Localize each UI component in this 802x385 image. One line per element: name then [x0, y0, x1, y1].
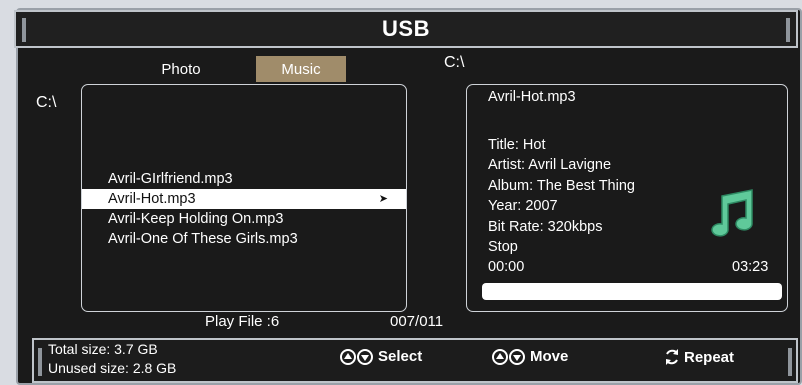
- file-item-label: Avril-Hot.mp3: [108, 191, 196, 207]
- select-hint-label: Select: [378, 348, 423, 365]
- title-bar-right-edge: [786, 18, 790, 42]
- elapsed-time: 00:00: [488, 259, 525, 275]
- right-path: C:\: [444, 54, 465, 71]
- file-item-hot[interactable]: Avril-Hot.mp3 ➤: [82, 189, 406, 209]
- play-file-count: Play File :6: [205, 313, 280, 330]
- total-time: 03:23: [732, 259, 769, 275]
- up-down-icon: [340, 348, 373, 365]
- title-bar-left-edge: [22, 18, 26, 42]
- status-bar-right-edge: [788, 348, 792, 376]
- move-hint: Move: [492, 348, 568, 365]
- arrow-right-icon: ➤: [378, 193, 388, 205]
- file-item-one-of-these-girls[interactable]: Avril-One Of These Girls.mp3: [82, 229, 406, 249]
- tab-music-label: Music: [281, 60, 321, 78]
- status-bar-left-edge: [38, 348, 42, 376]
- file-item-label: Avril-GIrlfriend.mp3: [108, 171, 233, 187]
- up-down-icon: [492, 348, 525, 365]
- total-size: Total size: 3.7 GB: [48, 341, 158, 357]
- info-bitrate: Bit Rate: 320kbps: [488, 219, 603, 235]
- repeat-icon: [666, 349, 678, 365]
- file-item-keep-holding-on[interactable]: Avril-Keep Holding On.mp3: [82, 209, 406, 229]
- tab-music[interactable]: Music: [256, 56, 346, 82]
- info-filename: Avril-Hot.mp3: [488, 89, 576, 105]
- select-hint: Select: [340, 348, 422, 365]
- tab-photo-label: Photo: [161, 60, 201, 78]
- info-year: Year: 2007: [488, 198, 558, 214]
- tab-photo[interactable]: Photo: [136, 56, 226, 82]
- page-indicator: 007/011: [390, 313, 444, 330]
- repeat-hint: Repeat: [664, 348, 734, 366]
- move-hint-label: Move: [530, 348, 569, 365]
- file-item-label: Avril-One Of These Girls.mp3: [108, 231, 298, 247]
- info-state: Stop: [488, 239, 518, 255]
- file-item-label: Avril-Keep Holding On.mp3: [108, 211, 284, 227]
- playback-progress-bar[interactable]: [482, 283, 782, 300]
- info-album: Album: The Best Thing: [488, 178, 635, 194]
- unused-size: Unused size: 2.8 GB: [48, 360, 177, 376]
- page-title: USB: [382, 16, 430, 41]
- info-artist: Artist: Avril Lavigne: [488, 157, 612, 173]
- music-note-icon: [711, 189, 753, 237]
- file-item-girlfriend[interactable]: Avril-GIrlfriend.mp3: [82, 169, 406, 189]
- left-path: C:\: [36, 94, 57, 111]
- repeat-hint-label: Repeat: [684, 348, 735, 366]
- info-title: Title: Hot: [488, 137, 546, 153]
- title-bar: USB: [14, 10, 798, 48]
